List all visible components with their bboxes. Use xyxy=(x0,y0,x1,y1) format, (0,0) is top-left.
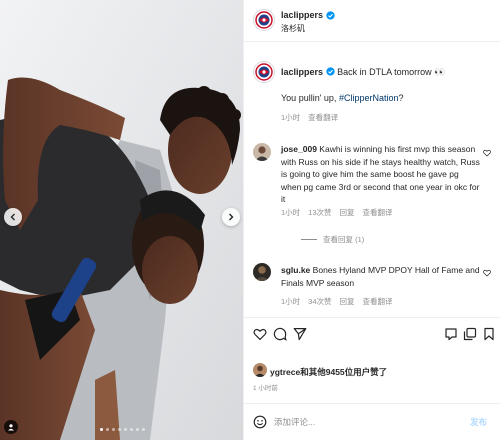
clippers-logo-icon xyxy=(255,63,273,81)
comment-time[interactable]: 1小时 xyxy=(281,296,300,307)
liker-avatar[interactable] xyxy=(253,363,267,377)
comment-username[interactable]: sglu.ke xyxy=(281,265,310,275)
account-name[interactable]: laclippers xyxy=(281,10,335,20)
liker-username[interactable]: ygtrece xyxy=(270,367,300,377)
add-comment-bar: 发布 xyxy=(244,403,500,440)
comment-avatar[interactable] xyxy=(253,143,271,161)
user-avatar-image xyxy=(253,263,271,281)
user-icon xyxy=(8,424,14,431)
heart-icon[interactable] xyxy=(253,327,267,341)
caption-line-2-suffix: ? xyxy=(398,93,404,103)
hashtag-link[interactable]: #ClipperNation xyxy=(339,93,399,103)
verified-badge-icon xyxy=(325,67,335,76)
carousel-indicator xyxy=(100,428,145,431)
user-avatar-image xyxy=(253,143,271,161)
caption-line-2: You pullin' up, #ClipperNation? xyxy=(281,93,404,103)
post-comment-button[interactable]: 发布 xyxy=(470,416,487,428)
account-avatar[interactable] xyxy=(253,9,275,31)
comment-thread-icon[interactable] xyxy=(444,327,458,341)
bookmark-icon[interactable] xyxy=(482,327,496,341)
comment-likes-count[interactable]: 13次赞 xyxy=(308,207,331,218)
carousel-dot xyxy=(100,428,103,431)
carousel-dot xyxy=(130,428,133,431)
send-icon[interactable] xyxy=(293,327,307,341)
caption-text: Back in DTLA tomorrow 👀 xyxy=(337,67,446,77)
emoji-icon[interactable] xyxy=(253,415,267,429)
previous-photo-button[interactable] xyxy=(4,208,22,226)
caption-username[interactable]: laclippers xyxy=(281,67,323,77)
comment-time[interactable]: 1小时 xyxy=(281,207,300,218)
chevron-right-icon xyxy=(229,213,234,221)
caption-meta: 1小时 查看翻译 xyxy=(281,112,338,123)
verified-badge-icon xyxy=(326,10,335,20)
comment-like-heart-icon[interactable] xyxy=(483,149,491,157)
comment-input[interactable] xyxy=(274,414,454,430)
post-photo xyxy=(0,0,243,440)
carousel-dot xyxy=(106,428,109,431)
post-header: laclippers 洛杉矶 xyxy=(244,0,500,42)
carousel-dot xyxy=(112,428,115,431)
carousel-dot xyxy=(118,428,121,431)
comment-meta: 1小时 13次赞 回复 查看翻译 xyxy=(281,207,393,218)
carousel-dot xyxy=(124,428,127,431)
likes-count-text[interactable]: 和其他9455位用户赞了 xyxy=(300,367,387,377)
post-timestamp[interactable]: 1 小时前 xyxy=(253,382,278,392)
players-photo xyxy=(0,0,243,440)
comment-body: jose_009 Kawhi is winning his first mvp … xyxy=(281,143,481,206)
comment-meta: 1小时 34次赞 回复 查看翻译 xyxy=(281,296,393,307)
comment-text: Bones Hyland MVP DPOY Hall of Fame and F… xyxy=(281,265,480,288)
comment-reply-link[interactable]: 回复 xyxy=(340,207,355,218)
caption-time[interactable]: 1小时 xyxy=(281,112,300,123)
post-actions-bar xyxy=(244,317,500,357)
caption-translate-link[interactable]: 查看翻译 xyxy=(308,112,338,123)
likes-summary[interactable]: ygtrece和其他9455位用户赞了 xyxy=(270,366,387,378)
comment-avatar[interactable] xyxy=(253,263,271,281)
view-replies-button[interactable]: 查看回复 (1) xyxy=(301,234,364,245)
comment-icon[interactable] xyxy=(273,327,287,341)
comment-reply-link[interactable]: 回复 xyxy=(340,296,355,307)
comment-likes-count[interactable]: 34次赞 xyxy=(308,296,331,307)
tagged-users-button[interactable] xyxy=(4,420,18,434)
carousel-dot xyxy=(142,428,145,431)
comment-translate-link[interactable]: 查看翻译 xyxy=(363,296,393,307)
copy-icon[interactable] xyxy=(463,327,477,341)
post-caption: laclippers Back in DTLA tomorrow 👀 xyxy=(281,66,491,78)
comment-body: sglu.ke Bones Hyland MVP DPOY Hall of Fa… xyxy=(281,264,481,289)
comment-username[interactable]: jose_009 xyxy=(281,144,317,154)
post-location[interactable]: 洛杉矶 xyxy=(281,23,305,34)
caption-line-2-prefix: You pullin' up, xyxy=(281,93,339,103)
caption-avatar[interactable] xyxy=(253,61,275,83)
carousel-dot xyxy=(136,428,139,431)
user-avatar-image xyxy=(253,363,267,377)
replies-divider xyxy=(301,239,317,240)
view-replies-label[interactable]: 查看回复 (1) xyxy=(323,234,364,245)
chevron-left-icon xyxy=(10,213,15,221)
account-username[interactable]: laclippers xyxy=(281,10,323,20)
comment-translate-link[interactable]: 查看翻译 xyxy=(363,207,393,218)
comment-like-heart-icon[interactable] xyxy=(483,269,491,277)
post-details-panel: laclippers 洛杉矶 laclippers Back in DTLA t… xyxy=(243,0,500,440)
next-photo-button[interactable] xyxy=(222,208,240,226)
instagram-post-modal: laclippers 洛杉矶 laclippers Back in DTLA t… xyxy=(0,0,500,440)
clippers-logo-icon xyxy=(255,11,273,29)
